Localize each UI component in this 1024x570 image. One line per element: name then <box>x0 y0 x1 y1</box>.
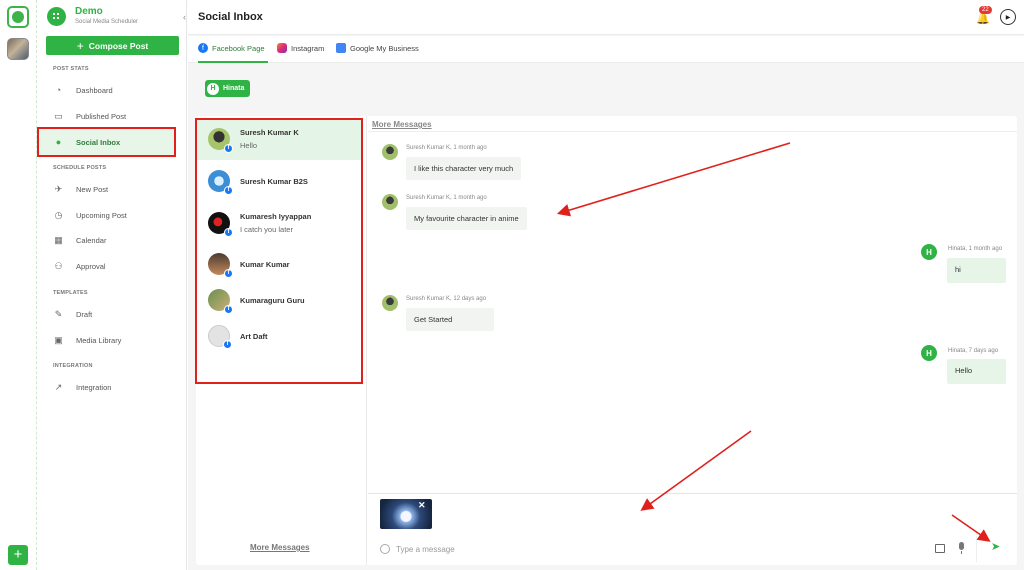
section-integration: INTEGRATION <box>53 363 93 369</box>
instagram-icon <box>277 43 287 53</box>
collapse-sidebar-icon[interactable]: ‹ <box>183 12 186 22</box>
sidebar-item-integration[interactable]: ↗ Integration <box>53 380 173 394</box>
message-composer: ✕ ➤ <box>368 493 1017 565</box>
highlight-box-social-inbox <box>37 127 176 157</box>
notification-badge: 22 <box>979 6 992 14</box>
new-post-icon: ✈ <box>54 183 63 194</box>
microphone-icon[interactable] <box>959 542 964 554</box>
message-bubble: My favourite character in anime <box>406 207 527 230</box>
avatar: H <box>921 244 937 260</box>
more-conversations-link[interactable]: More Messages <box>250 543 310 552</box>
sidebar-item-published-post[interactable]: ▭ Published Post <box>53 109 173 123</box>
plus-icon: + <box>76 38 84 53</box>
avatar <box>382 144 398 160</box>
workspace-rail: + <box>0 0 37 570</box>
brand-logo <box>47 7 66 26</box>
tab-instagram[interactable]: Instagram <box>277 43 324 53</box>
highlight-box-conversation-list <box>195 118 363 384</box>
brand-subtitle: Social Media Scheduler <box>75 19 139 25</box>
sidebar-item-dashboard[interactable]: ◔ Dashboard <box>53 83 173 97</box>
message-meta: Hinata, 1 month ago <box>948 246 1003 252</box>
divider <box>368 131 1017 132</box>
emoji-icon[interactable] <box>380 544 390 554</box>
workspace-avatar-active[interactable] <box>7 6 29 28</box>
sidebar-item-media-library[interactable]: ▣ Media Library <box>53 333 173 347</box>
account-name: Hinata <box>223 85 245 92</box>
upcoming-icon: ◷ <box>54 209 63 220</box>
send-icon[interactable]: ➤ <box>991 540 1005 554</box>
add-workspace-button[interactable]: + <box>8 545 28 565</box>
sidebar-item-draft[interactable]: ✎ Draft <box>53 307 173 321</box>
brand-name: Demo <box>75 6 103 17</box>
sidebar: Demo Social Media Scheduler ‹ + Compose … <box>37 0 187 570</box>
play-circle-icon[interactable]: ▶ <box>1000 9 1016 25</box>
active-tab-indicator <box>198 61 268 63</box>
tab-facebook-page[interactable]: f Facebook Page <box>198 43 265 53</box>
channel-tabs: f Facebook Page Instagram Google My Busi… <box>188 36 1024 63</box>
more-messages-link[interactable]: More Messages <box>372 120 432 129</box>
avatar: H <box>921 345 937 361</box>
image-upload-icon[interactable] <box>935 544 945 553</box>
approval-icon: ⚇ <box>54 260 63 271</box>
account-chip[interactable]: H Hinata <box>205 80 251 97</box>
message-thread: More Messages Suresh Kumar K, 1 month ag… <box>368 116 1017 493</box>
message-bubble: Hello <box>947 359 1006 384</box>
message-meta: Suresh Kumar K, 1 month ago <box>406 195 487 201</box>
published-icon: ▭ <box>54 110 63 121</box>
message-bubble: Get Started <box>406 308 494 331</box>
message-input[interactable] <box>396 541 916 557</box>
sidebar-item-upcoming-post[interactable]: ◷ Upcoming Post <box>53 208 173 222</box>
integration-icon: ↗ <box>54 381 63 392</box>
account-avatar: H <box>207 82 219 95</box>
sidebar-item-new-post[interactable]: ✈ New Post <box>53 182 173 196</box>
dashboard-icon: ◔ <box>55 85 62 95</box>
section-schedule-posts: SCHEDULE POSTS <box>53 165 107 171</box>
workspace-avatar[interactable] <box>7 38 29 60</box>
message-meta: Suresh Kumar K, 1 month ago <box>406 145 487 151</box>
page-title: Social Inbox <box>198 11 263 23</box>
remove-attachment-icon[interactable]: ✕ <box>418 500 426 511</box>
divider <box>976 536 977 562</box>
google-business-icon <box>336 43 346 53</box>
compose-post-button[interactable]: + Compose Post <box>46 36 179 55</box>
avatar <box>382 194 398 210</box>
message-meta: Suresh Kumar K, 12 days ago <box>406 296 487 302</box>
sidebar-item-calendar[interactable]: ▦ Calendar <box>53 233 173 247</box>
message-meta: Hinata, 7 days ago <box>948 348 999 354</box>
media-library-icon: ▣ <box>54 334 63 345</box>
top-bar: Social Inbox 🔔 22 ▶ <box>188 0 1024 35</box>
section-templates: TEMPLATES <box>53 290 88 296</box>
message-bubble: hi <box>947 258 1006 283</box>
tab-google-my-business[interactable]: Google My Business <box>336 43 419 53</box>
message-bubble: I like this character very much <box>406 157 522 180</box>
avatar <box>382 295 398 311</box>
calendar-icon: ▦ <box>54 234 63 245</box>
sidebar-item-approval[interactable]: ⚇ Approval <box>53 259 173 273</box>
facebook-icon: f <box>198 43 208 53</box>
draft-icon: ✎ <box>54 308 63 319</box>
compose-post-label: Compose Post <box>88 40 149 51</box>
section-post-stats: POST STATS <box>53 66 89 72</box>
